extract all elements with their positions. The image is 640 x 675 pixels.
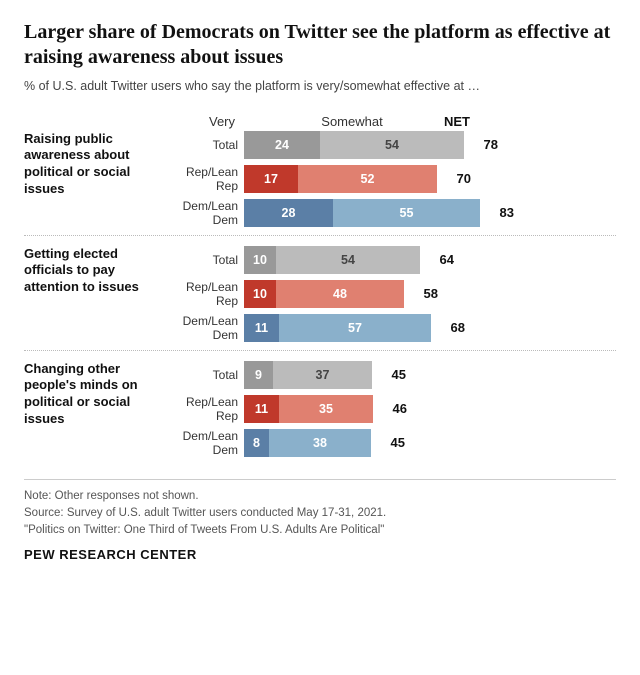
section-minds: Changing other people's minds on politic… <box>24 350 616 465</box>
officials-total-bar-very: 10 <box>244 246 276 274</box>
footer-source: Source: Survey of U.S. adult Twitter use… <box>24 505 616 522</box>
col-header-net: NET <box>432 114 482 129</box>
chart-area: Very Somewhat NET Raising public awarene… <box>24 114 616 465</box>
awareness-total-label: Total <box>172 138 244 152</box>
footer-note: Note: Other responses not shown. <box>24 488 616 505</box>
footer: Note: Other responses not shown. Source:… <box>24 479 616 565</box>
col-header-somewhat: Somewhat <box>272 114 432 129</box>
section-awareness-rows: Total2454 78 Rep/Lean Rep1752 70 Dem/Lean De… <box>172 131 616 227</box>
minds-total-net: 45 <box>376 367 406 382</box>
awareness-rep-bar-somewhat: 52 <box>298 165 437 193</box>
awareness-rep-bars: 1752 70 <box>244 165 616 193</box>
awareness-rep: Rep/Lean Rep1752 70 <box>172 165 616 193</box>
awareness-total-bar-very: 24 <box>244 131 320 159</box>
col-header-very: Very <box>172 114 272 129</box>
minds-dem: Dem/Lean Dem838 45 <box>172 429 616 457</box>
awareness-dem-bar-somewhat: 55 <box>333 199 480 227</box>
awareness-total: Total2454 78 <box>172 131 616 159</box>
pew-logo: PEW RESEARCH CENTER <box>24 545 616 565</box>
officials-rep-bars: 1048 58 <box>244 280 616 308</box>
officials-dem-bar-somewhat: 57 <box>279 314 431 342</box>
minds-dem-bar-somewhat: 38 <box>269 429 371 457</box>
section-minds-rows: Total937 45 Rep/Lean Rep1135 46 Dem/Lean Dem… <box>172 361 616 457</box>
officials-rep-net: 58 <box>408 286 438 301</box>
section-officials-label: Getting elected officials to pay attenti… <box>24 246 172 342</box>
awareness-dem-net: 83 <box>484 205 514 220</box>
minds-total-bars: 937 45 <box>244 361 616 389</box>
minds-rep: Rep/Lean Rep1135 46 <box>172 395 616 423</box>
footer-citation: "Politics on Twitter: One Third of Tweet… <box>24 522 616 539</box>
awareness-dem-bar-very: 28 <box>244 199 333 227</box>
officials-dem-bars: 1157 68 <box>244 314 616 342</box>
minds-rep-bars: 1135 46 <box>244 395 616 423</box>
officials-total-net: 64 <box>424 252 454 267</box>
officials-total-bar-somewhat: 54 <box>276 246 420 274</box>
officials-rep-label: Rep/Lean Rep <box>172 280 244 308</box>
sections-container: Raising public awareness about political… <box>24 131 616 465</box>
section-minds-label: Changing other people's minds on politic… <box>24 361 172 457</box>
section-awareness: Raising public awareness about political… <box>24 131 616 235</box>
minds-total: Total937 45 <box>172 361 616 389</box>
awareness-total-bars: 2454 78 <box>244 131 616 159</box>
minds-rep-bar-somewhat: 35 <box>279 395 373 423</box>
awareness-dem-bars: 2855 83 <box>244 199 616 227</box>
chart-title: Larger share of Democrats on Twitter see… <box>24 20 616 70</box>
section-awareness-label: Raising public awareness about political… <box>24 131 172 227</box>
awareness-dem: Dem/Lean Dem2855 83 <box>172 199 616 227</box>
column-headers: Very Somewhat NET <box>172 114 616 129</box>
officials-dem: Dem/Lean Dem1157 68 <box>172 314 616 342</box>
chart-subtitle: % of U.S. adult Twitter users who say th… <box>24 78 616 96</box>
officials-dem-label: Dem/Lean Dem <box>172 314 244 342</box>
minds-total-label: Total <box>172 368 244 382</box>
awareness-rep-net: 70 <box>441 171 471 186</box>
section-officials-rows: Total1054 64 Rep/Lean Rep1048 58 Dem/Lean De… <box>172 246 616 342</box>
minds-dem-bar-very: 8 <box>244 429 269 457</box>
section-officials: Getting elected officials to pay attenti… <box>24 235 616 350</box>
minds-dem-bars: 838 45 <box>244 429 616 457</box>
awareness-dem-label: Dem/Lean Dem <box>172 199 244 227</box>
minds-rep-net: 46 <box>377 401 407 416</box>
officials-total-label: Total <box>172 253 244 267</box>
officials-total-bars: 1054 64 <box>244 246 616 274</box>
awareness-rep-label: Rep/Lean Rep <box>172 165 244 193</box>
minds-total-bar-somewhat: 37 <box>273 361 372 389</box>
officials-dem-bar-very: 11 <box>244 314 279 342</box>
awareness-total-net: 78 <box>468 137 498 152</box>
awareness-rep-bar-very: 17 <box>244 165 298 193</box>
officials-dem-net: 68 <box>435 320 465 335</box>
minds-rep-label: Rep/Lean Rep <box>172 395 244 423</box>
officials-rep-bar-somewhat: 48 <box>276 280 404 308</box>
awareness-total-bar-somewhat: 54 <box>320 131 464 159</box>
minds-total-bar-very: 9 <box>244 361 273 389</box>
minds-rep-bar-very: 11 <box>244 395 279 423</box>
officials-total: Total1054 64 <box>172 246 616 274</box>
officials-rep: Rep/Lean Rep1048 58 <box>172 280 616 308</box>
minds-dem-net: 45 <box>375 435 405 450</box>
officials-rep-bar-very: 10 <box>244 280 276 308</box>
minds-dem-label: Dem/Lean Dem <box>172 429 244 457</box>
